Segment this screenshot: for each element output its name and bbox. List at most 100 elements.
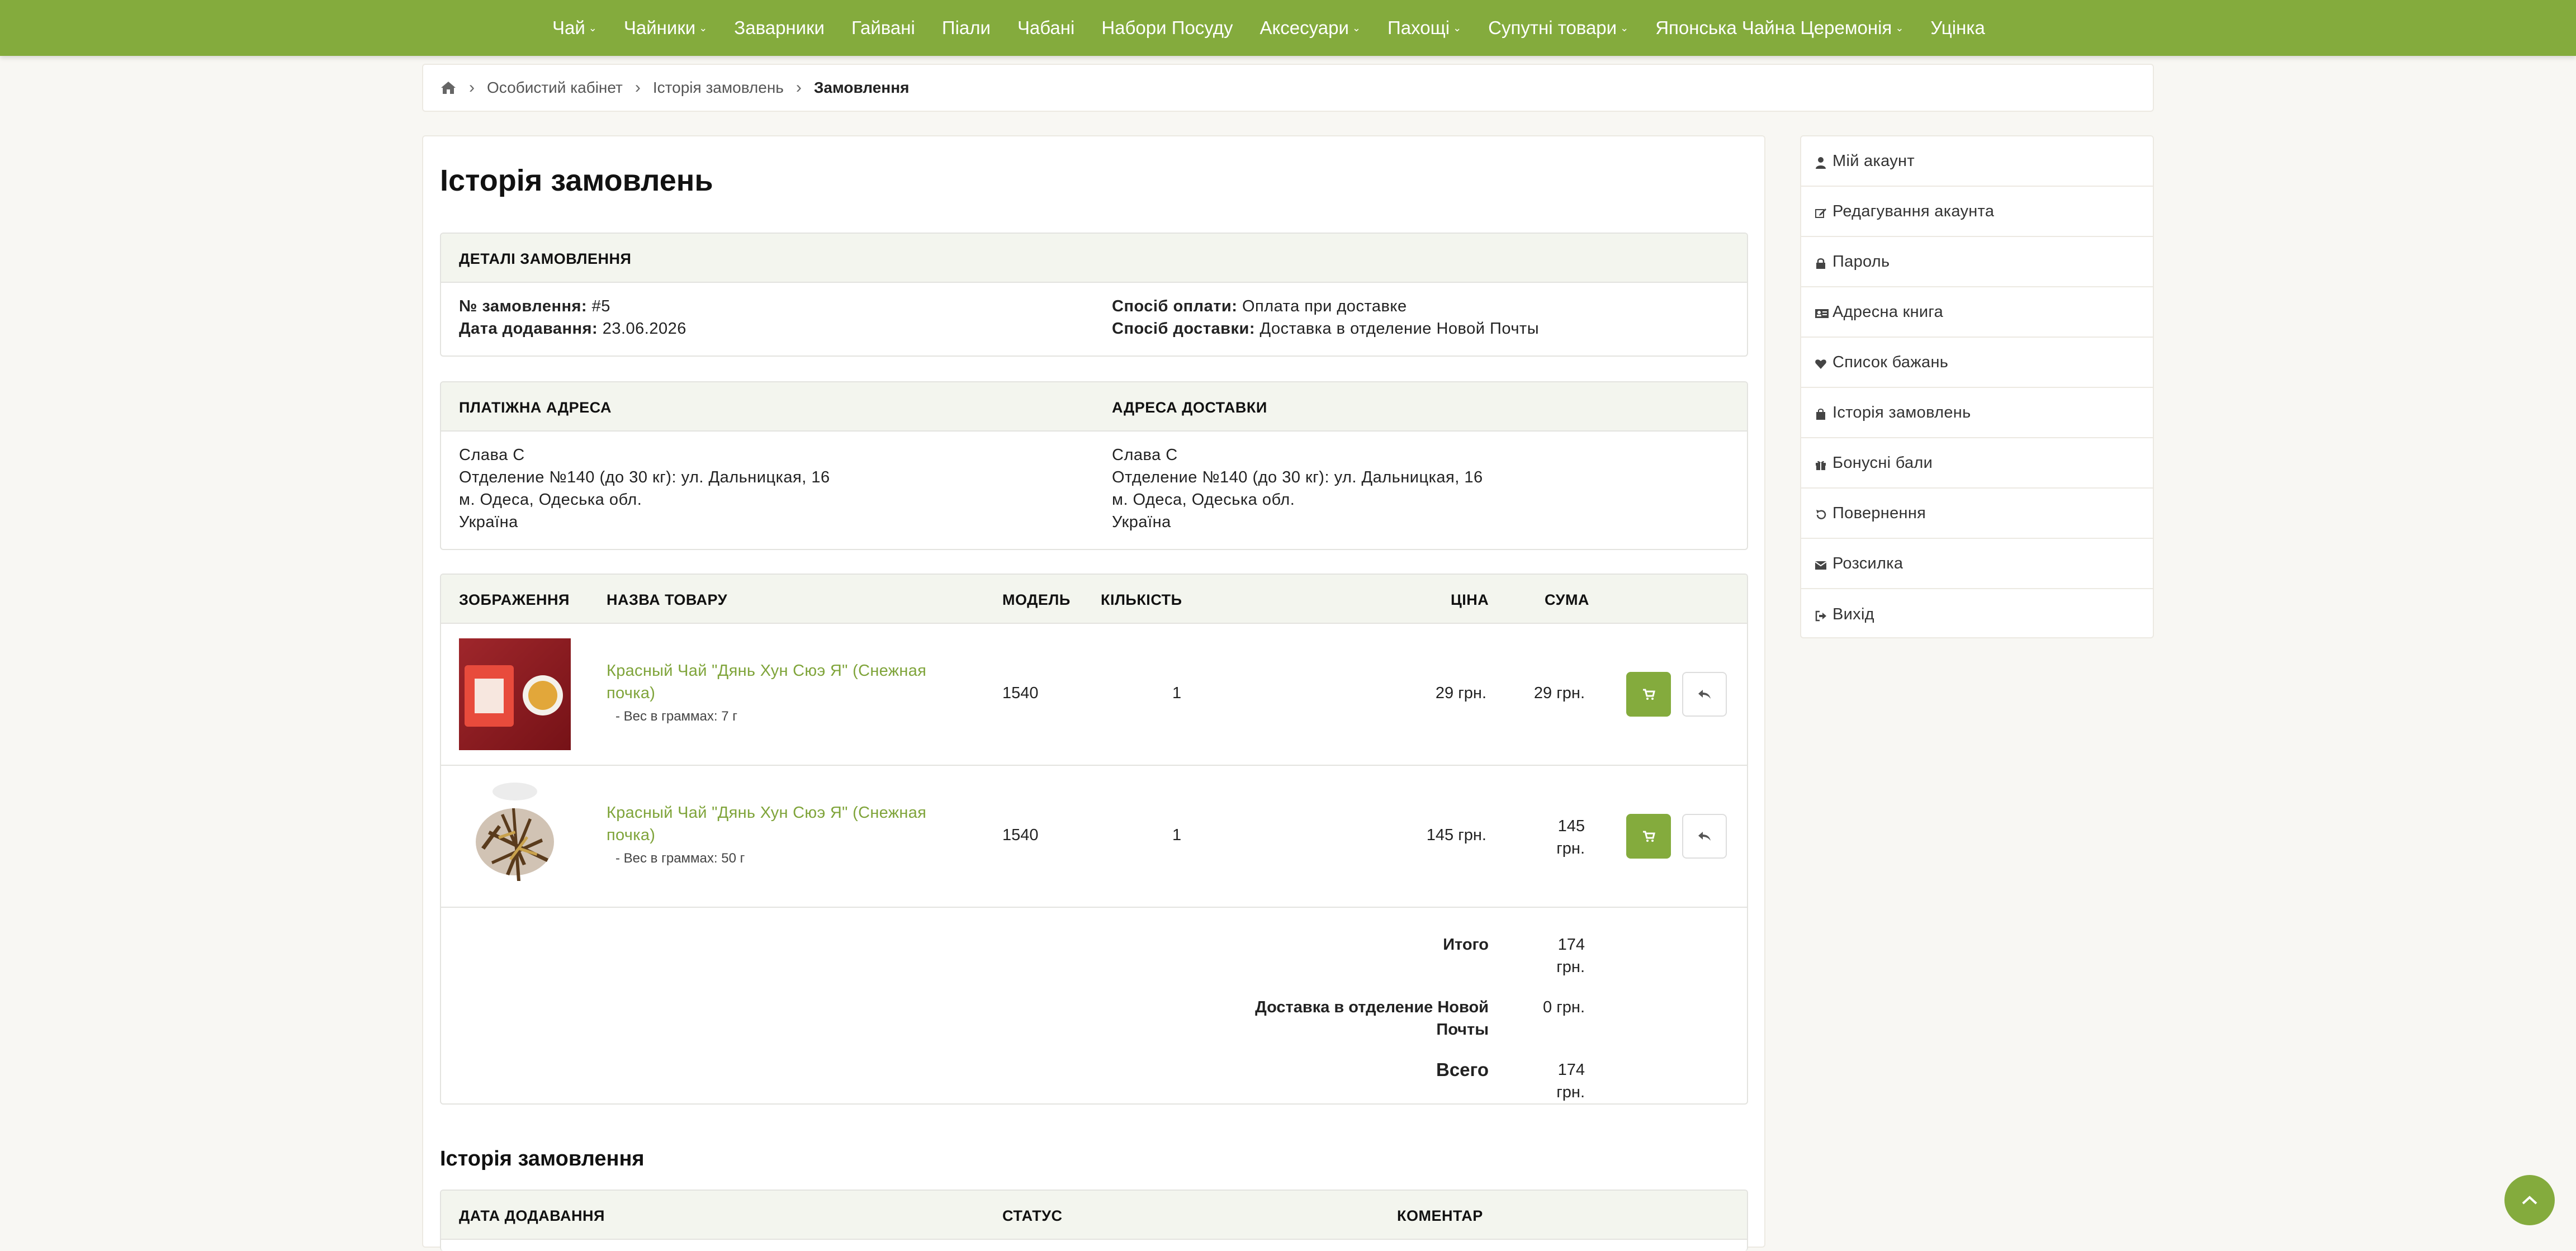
table-row: Красный Чай "Дянь Хун Сюэ Я" (Снежная по…: [441, 624, 1747, 766]
sidebar-item-address-book[interactable]: Адресна книга: [1801, 287, 2153, 338]
sidebar-item-password[interactable]: Пароль: [1801, 237, 2153, 287]
sidebar-item-logout[interactable]: Вихід: [1801, 589, 2153, 639]
shipping-cost-label: Доставка в отделение Новой Почты: [1255, 998, 1489, 1039]
nav-item-incense[interactable]: Пахощі ⌄: [1388, 17, 1461, 39]
user-icon: [1815, 155, 1827, 169]
order-history-header: ДАТА ДОДАВАННЯ СТАТУС КОМЕНТАР: [441, 1191, 1747, 1240]
breadcrumb-account[interactable]: Особистий кабінет: [487, 79, 623, 97]
chevron-down-icon: ⌄: [1453, 22, 1462, 34]
sidebar-item-returns[interactable]: Повернення: [1801, 489, 2153, 539]
page-title: Історія замовлень: [440, 164, 713, 197]
order-number: № замовлення: #5: [459, 297, 610, 315]
address-card-icon: [1815, 306, 1829, 318]
reply-icon: [1698, 690, 1711, 699]
main-content: Історія замовлень ДЕТАЛІ ЗАМОВЛЕННЯ № за…: [422, 135, 1765, 1251]
chevron-down-icon: ⌄: [1352, 22, 1361, 34]
reorder-button[interactable]: [1626, 814, 1671, 859]
shipping-method: Спосіб доставки: Доставка в отделение Но…: [1112, 320, 1540, 338]
nav-item-teapots[interactable]: Чайники ⌄: [624, 17, 707, 39]
chevron-down-icon: ⌄: [1895, 22, 1904, 34]
breadcrumb: › Особистий кабінет › Історія замовлень …: [422, 64, 2154, 112]
sidebar-item-order-history[interactable]: Історія замовлень: [1801, 388, 2153, 438]
return-button[interactable]: [1682, 814, 1727, 859]
nav-item-japanese-ceremony[interactable]: Японська Чайна Церемонія ⌄: [1655, 17, 1903, 39]
order-details-heading: ДЕТАЛІ ЗАМОВЛЕННЯ: [459, 250, 632, 267]
breadcrumb-separator: ›: [634, 78, 641, 97]
nav-item-tea[interactable]: Чай ⌄: [552, 17, 597, 39]
envelope-icon: [1815, 557, 1827, 570]
col-status: СТАТУС: [1002, 1207, 1063, 1224]
product-name-link[interactable]: Красный Чай "Дянь Хун Сюэ Я" (Снежная по…: [607, 660, 964, 704]
product-qty: 1: [1172, 684, 1182, 702]
shopping-bag-icon: [1815, 406, 1827, 420]
col-comment: КОМЕНТАР: [1397, 1207, 1483, 1224]
nav-item-discount[interactable]: Уцінка: [1930, 17, 1985, 39]
account-sidebar: Мій акаунт Редагування акаунта Пароль Ад…: [1800, 135, 2154, 638]
col-qty: КІЛЬКІСТЬ: [1101, 591, 1182, 608]
home-icon[interactable]: [440, 80, 457, 95]
col-date-added: ДАТА ДОДАВАННЯ: [459, 1207, 605, 1224]
order-details-header: ДЕТАЛІ ЗАМОВЛЕННЯ: [441, 234, 1747, 283]
subtotal-label: Итого: [1443, 936, 1489, 954]
reply-icon: [1698, 832, 1711, 841]
payment-method: Спосіб оплати: Оплата при доставке: [1112, 297, 1407, 315]
shipping-address-country: Україна: [1112, 513, 1171, 531]
col-name: НАЗВА ТОВАРУ: [607, 591, 727, 608]
subtotal-value: 174 грн.: [1556, 936, 1585, 976]
chevron-down-icon: ⌄: [699, 22, 708, 34]
payment-address-city: м. Одеса, Одеська обл.: [459, 491, 642, 509]
nav-item-related-goods[interactable]: Супутні товари ⌄: [1488, 17, 1628, 39]
nav-item-chabans[interactable]: Чабані: [1017, 17, 1074, 39]
col-total: СУМА: [1545, 591, 1589, 608]
order-details-panel: ДЕТАЛІ ЗАМОВЛЕННЯ № замовлення: #5 Дата …: [440, 233, 1748, 357]
product-model: 1540: [1002, 684, 1039, 702]
reorder-button[interactable]: [1626, 672, 1671, 717]
shipping-address-name: Слава С: [1112, 446, 1178, 464]
cart-icon: [1643, 689, 1655, 700]
order-history-title: Історія замовлення: [440, 1147, 645, 1171]
product-model: 1540: [1002, 826, 1039, 844]
grand-total-label: Всего: [1436, 1059, 1489, 1080]
sidebar-item-edit-account[interactable]: Редагування акаунта: [1801, 187, 2153, 237]
breadcrumb-separator: ›: [469, 78, 475, 97]
product-qty: 1: [1172, 826, 1182, 844]
sidebar-item-bonus-points[interactable]: Бонусні бали: [1801, 438, 2153, 489]
cart-icon: [1643, 831, 1655, 842]
product-image[interactable]: [459, 638, 571, 750]
product-total: 29 грн.: [1533, 684, 1585, 702]
product-option: - Вес в граммах: 50 г: [615, 851, 745, 866]
order-date: Дата додавання: 23.06.2026: [459, 320, 686, 338]
nav-item-brewers[interactable]: Заварники: [734, 17, 825, 39]
col-image: ЗОБРАЖЕННЯ: [459, 591, 570, 608]
breadcrumb-current[interactable]: Замовлення: [814, 79, 910, 97]
nav-item-gaiwans[interactable]: Гайвані: [851, 17, 915, 39]
order-history-table: ДАТА ДОДАВАННЯ СТАТУС КОМЕНТАР: [440, 1190, 1748, 1251]
nav-item-bowls[interactable]: Піали: [942, 17, 991, 39]
sidebar-item-newsletter[interactable]: Розсилка: [1801, 539, 2153, 589]
heart-icon: [1815, 356, 1827, 369]
undo-icon: [1815, 507, 1827, 519]
shipping-address-line: Отделение №140 (до 30 кг): ул. Дальницка…: [1112, 468, 1483, 486]
col-model: МОДЕЛЬ: [1002, 591, 1071, 608]
payment-address-country: Україна: [459, 513, 518, 531]
sidebar-item-wishlist[interactable]: Список бажань: [1801, 338, 2153, 388]
shipping-address-city: м. Одеса, Одеська обл.: [1112, 491, 1295, 509]
product-option: - Вес в граммах: 7 г: [615, 709, 738, 724]
lock-icon: [1815, 255, 1827, 269]
sidebar-item-my-account[interactable]: Мій акаунт: [1801, 136, 2153, 187]
sign-out-icon: [1815, 608, 1827, 622]
nav-menu: Чай ⌄ Чайники ⌄ Заварники Гайвані Піали Ча…: [552, 0, 1985, 56]
payment-address-name: Слава С: [459, 446, 525, 464]
scroll-to-top-button[interactable]: [2504, 1175, 2555, 1225]
nav-item-tea-sets[interactable]: Набори Посуду: [1101, 17, 1233, 39]
breadcrumb-separator: ›: [795, 78, 802, 97]
product-name-link[interactable]: Красный Чай "Дянь Хун Сюэ Я" (Снежная по…: [607, 802, 964, 846]
chevron-down-icon: ⌄: [1620, 22, 1629, 34]
products-table-header: ЗОБРАЖЕННЯ НАЗВА ТОВАРУ МОДЕЛЬ КІЛЬКІСТЬ…: [441, 575, 1747, 624]
nav-item-accessories[interactable]: Аксесуари ⌄: [1259, 17, 1361, 39]
return-button[interactable]: [1682, 672, 1727, 717]
top-navigation: Чай ⌄ Чайники ⌄ Заварники Гайвані Піали Ча…: [0, 0, 2576, 56]
breadcrumb-order-history[interactable]: Історія замовлень: [653, 79, 784, 97]
product-total: 145 грн.: [1556, 817, 1585, 857]
product-image[interactable]: [459, 780, 571, 892]
